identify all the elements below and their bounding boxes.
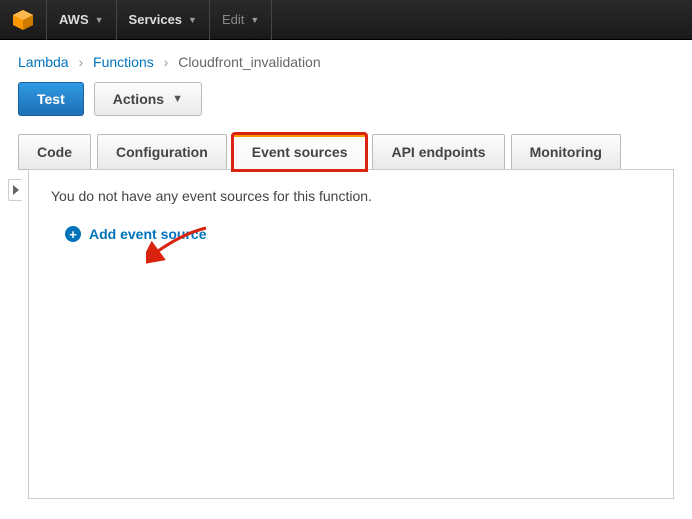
tabs: Code Configuration Event sources API end… xyxy=(0,134,692,170)
chevron-down-icon: ▼ xyxy=(188,15,197,25)
aws-header: AWS ▼ Services ▼ Edit ▼ xyxy=(0,0,692,40)
chevron-down-icon: ▼ xyxy=(172,93,183,105)
breadcrumb-current: Cloudfront_invalidation xyxy=(178,54,320,70)
chevron-right-icon xyxy=(13,185,19,195)
chevron-down-icon: ▼ xyxy=(95,15,104,25)
chevron-right-icon: › xyxy=(78,54,83,70)
aws-home-menu[interactable]: AWS ▼ xyxy=(47,0,117,40)
tab-monitoring[interactable]: Monitoring xyxy=(511,134,621,170)
chevron-right-icon: › xyxy=(164,54,169,70)
edit-menu[interactable]: Edit ▼ xyxy=(210,0,272,40)
action-bar: Test Actions ▼ xyxy=(0,82,692,134)
plus-circle-icon: + xyxy=(65,226,81,242)
edit-label: Edit xyxy=(222,12,244,27)
sidebar-expand-handle[interactable] xyxy=(8,179,22,201)
add-event-source-label: Add event source xyxy=(89,226,206,242)
breadcrumb: Lambda › Functions › Cloudfront_invalida… xyxy=(0,40,692,82)
breadcrumb-functions[interactable]: Functions xyxy=(93,54,154,70)
test-button[interactable]: Test xyxy=(18,82,84,116)
tab-code[interactable]: Code xyxy=(18,134,91,170)
add-event-source-link[interactable]: + Add event source xyxy=(65,226,206,242)
aws-home-label: AWS xyxy=(59,12,89,27)
actions-label: Actions xyxy=(113,91,164,107)
empty-state-message: You do not have any event sources for th… xyxy=(51,188,651,204)
services-label: Services xyxy=(129,12,183,27)
content-panel: You do not have any event sources for th… xyxy=(28,169,674,499)
services-menu[interactable]: Services ▼ xyxy=(117,0,210,40)
tab-configuration[interactable]: Configuration xyxy=(97,134,227,170)
chevron-down-icon: ▼ xyxy=(250,15,259,25)
actions-dropdown[interactable]: Actions ▼ xyxy=(94,82,202,116)
tab-api-endpoints[interactable]: API endpoints xyxy=(372,134,504,170)
test-button-label: Test xyxy=(37,91,65,107)
aws-logo-icon xyxy=(10,7,36,33)
breadcrumb-lambda[interactable]: Lambda xyxy=(18,54,69,70)
tab-event-sources[interactable]: Event sources xyxy=(233,134,367,170)
